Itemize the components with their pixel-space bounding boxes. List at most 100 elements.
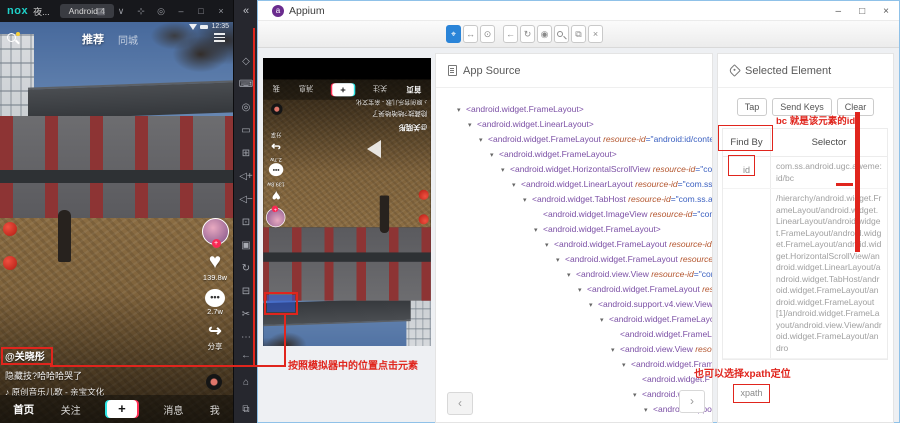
source-tree-node[interactable]: ▾<android.widget.FrameLayout resource-id… [436, 237, 713, 252]
nox-titlebar[interactable]: nox 夜... Android 4 ▤∨⊹◎–□× [0, 0, 233, 22]
fullscreen-icon[interactable]: ⊞ [242, 148, 250, 160]
settings-button[interactable]: ◎ [155, 6, 167, 17]
close-button[interactable]: × [215, 6, 227, 16]
upload-plus-button[interactable]: + [332, 83, 354, 96]
resize-button[interactable]: ⊹ [135, 6, 147, 17]
expand-arrow-icon[interactable]: ▾ [534, 223, 543, 238]
nav-我[interactable]: 我 [210, 402, 220, 417]
clear-button[interactable]: Clear [837, 98, 875, 116]
expand-arrow-icon[interactable]: ▾ [578, 283, 587, 298]
maximize-button[interactable]: □ [195, 6, 207, 16]
tab-local[interactable]: 同城 [118, 32, 138, 47]
expand-arrow-icon[interactable]: ▾ [468, 118, 477, 133]
dropdown-button[interactable]: ∨ [115, 6, 127, 17]
comment-icon[interactable]: ••• [269, 163, 283, 176]
back-button[interactable]: ← [503, 25, 518, 43]
selector-row-xpath[interactable]: /hierarchy/android.widget.FrameLayout/an… [723, 189, 887, 359]
source-scroll-left-button[interactable]: ‹ [447, 392, 473, 415]
copy-source-button[interactable]: ⧉ [571, 25, 586, 43]
source-tree-node[interactable]: <android.widget.F [436, 372, 713, 387]
share-icon[interactable]: ↪ [200, 323, 230, 341]
selector-row-id[interactable]: id com.ss.android.ugc.aweme:id/bc [723, 157, 887, 189]
expand-arrow-icon[interactable]: ▾ [567, 268, 576, 283]
expand-arrow-icon[interactable]: ▾ [622, 358, 631, 373]
like-icon[interactable]: ♥ [200, 251, 230, 273]
appium-titlebar[interactable]: a Appium – □ × [258, 1, 899, 21]
tab-recommend[interactable]: 推荐 [82, 31, 104, 47]
recording-button[interactable]: ◉ [537, 25, 552, 43]
source-tree-node[interactable]: ▾<android.support.v4.view.ViewPa [436, 297, 713, 312]
send-keys-button[interactable]: Send Keys [772, 98, 832, 116]
source-tree-node[interactable]: ▾<android.view.View resou [436, 342, 713, 357]
sync-icon[interactable]: ↻ [242, 263, 250, 275]
share-icon[interactable]: ↪ [265, 139, 287, 152]
search-button[interactable] [554, 25, 569, 43]
comment-icon[interactable]: ••• [205, 289, 225, 307]
source-tree-node[interactable]: ▾<android.widget.LinearLayout resource-i… [436, 177, 713, 192]
author-username[interactable]: @关晓彤 [305, 123, 427, 134]
source-tree[interactable]: ▾<android.widget.FrameLayout>▾<android.w… [436, 102, 713, 417]
expand-arrow-icon[interactable]: ▾ [501, 163, 510, 178]
nav-关注[interactable]: 关注 [61, 402, 81, 417]
shake-icon[interactable]: ◇ [242, 56, 250, 68]
location-icon[interactable]: ◎ [242, 102, 251, 114]
follow-plus-icon[interactable]: + [272, 206, 278, 212]
nav-我[interactable]: 我 [273, 84, 280, 95]
expand-arrow-icon[interactable]: ▾ [457, 103, 466, 118]
select-elements-button[interactable]: ⌖ [446, 25, 461, 43]
source-tree-node[interactable]: <android.widget.FrameLa [436, 327, 713, 342]
expand-arrow-icon[interactable]: ▾ [512, 178, 521, 193]
expand-arrow-icon[interactable]: ▾ [611, 343, 620, 358]
minimize-button[interactable]: – [836, 6, 842, 17]
music-disc[interactable] [206, 374, 222, 390]
source-tree-node[interactable]: ▾<android.w [436, 387, 713, 402]
expand-arrow-icon[interactable]: ▾ [479, 133, 488, 148]
nav-首页[interactable]: 首页 [406, 84, 421, 95]
tap-by-coordinates-button[interactable]: ⊙ [480, 25, 495, 43]
tap-button[interactable]: Tap [737, 98, 768, 116]
find-by-xpath[interactable]: xpath [733, 384, 770, 403]
search-icon[interactable] [7, 32, 20, 45]
expand-arrow-icon[interactable]: ▾ [490, 148, 499, 163]
source-scroll-right-button[interactable]: › [679, 390, 705, 413]
close-button[interactable]: × [883, 6, 889, 17]
refresh-button[interactable]: ↻ [520, 25, 535, 43]
upload-plus-button[interactable]: + [107, 400, 137, 418]
expand-arrow-icon[interactable]: ▾ [633, 388, 642, 403]
source-tree-node[interactable]: ▾<android.view.View resource-id="com.s [436, 267, 713, 282]
source-tree-node[interactable]: ▾<android.widget.TabHost resource-id="co… [436, 192, 713, 207]
back-icon[interactable]: ← [241, 350, 251, 362]
expand-arrow-icon[interactable]: ▾ [523, 193, 532, 208]
minimize-button[interactable]: – [175, 6, 187, 16]
source-tree-node[interactable]: <android.widget.ImageView resource-id="c… [436, 207, 713, 222]
live-menu-icon[interactable] [214, 33, 225, 44]
nav-消息[interactable]: 消息 [299, 84, 313, 95]
expand-arrow-icon[interactable]: ▾ [600, 313, 609, 328]
like-icon[interactable]: ♥ [265, 188, 287, 204]
more-icon[interactable]: ⋯ [241, 332, 251, 344]
expand-arrow-icon[interactable]: ▾ [545, 238, 554, 253]
clip-icon[interactable]: ✂ [242, 309, 250, 321]
source-tree-node[interactable]: ▾<android.widget.HorizontalScrollView re… [436, 162, 713, 177]
source-tree-node[interactable]: ▾<android.suppo [436, 402, 713, 417]
nav-首页[interactable]: 首页 [13, 402, 34, 417]
douyin-phone-screen[interactable]: 12:35 推荐 同城 + ♥ 139.8w ••• 2.7w ↪ 分享 [0, 22, 233, 423]
source-tree-node[interactable]: ▾<android.widget.Fram [436, 357, 713, 372]
screenshot-icon[interactable]: ⊡ [242, 217, 250, 229]
multi-window-icon[interactable]: ⊟ [242, 286, 250, 298]
home-icon[interactable]: ⌂ [243, 377, 249, 389]
expand-arrow-icon[interactable]: ▾ [589, 298, 598, 313]
expand-arrow-icon[interactable]: ▾ [644, 403, 653, 418]
author-avatar[interactable]: + [202, 218, 229, 245]
screen-icon[interactable]: ▭ [241, 125, 250, 137]
keyboard-icon[interactable]: ⌨ [239, 79, 253, 91]
source-tree-node[interactable]: ▾<android.widget.FrameLayou [436, 312, 713, 327]
recents-icon[interactable]: ⧉ [242, 404, 249, 416]
swipe-by-coordinates-button[interactable]: ↔ [463, 25, 478, 43]
source-tree-node[interactable]: ▾<android.widget.FrameLayout> [436, 102, 713, 117]
follow-plus-icon[interactable]: + [212, 239, 221, 248]
source-tree-node[interactable]: ▾<android.widget.FrameLayout> [436, 222, 713, 237]
volume-up-icon[interactable]: ◁+ [239, 171, 253, 183]
volume-down-icon[interactable]: ◁− [239, 194, 253, 206]
music-disc[interactable] [271, 103, 283, 115]
